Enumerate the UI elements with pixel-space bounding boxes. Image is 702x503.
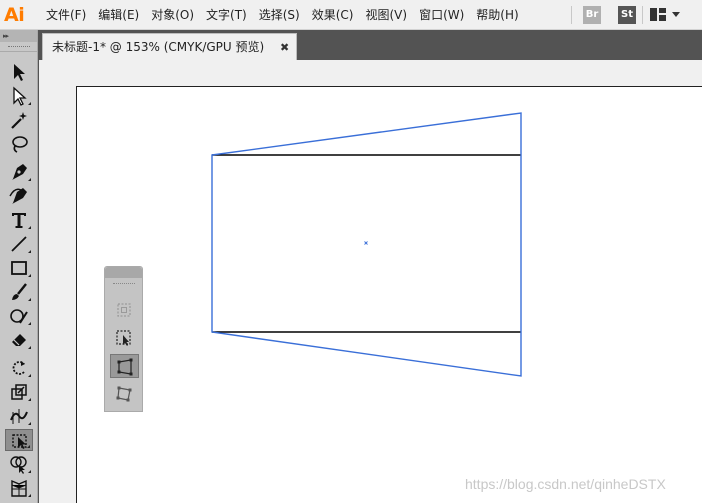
tool-flyout-indicator: [28, 398, 31, 401]
menu-bar: Ai 文件(F) 编辑(E) 对象(O) 文字(T) 选择(S) 效果(C) 视…: [0, 0, 702, 30]
rectangle-tool[interactable]: [5, 257, 33, 279]
menu-object[interactable]: 对象(O): [145, 0, 200, 30]
curvature-tool-icon: [9, 188, 27, 204]
lasso-tool-icon: [12, 136, 28, 153]
direct-selection-tool[interactable]: [5, 85, 33, 107]
widget-grip[interactable]: [113, 283, 135, 285]
stock-button[interactable]: St: [618, 6, 636, 24]
menu-divider: [642, 6, 643, 24]
perspective-distort-icon: [117, 358, 133, 376]
close-icon[interactable]: ✖: [280, 34, 289, 61]
tool-flyout-indicator: [28, 374, 31, 377]
menu-help[interactable]: 帮助(H): [470, 0, 524, 30]
tool-flyout-indicator: [28, 274, 31, 277]
scale-tool[interactable]: [5, 381, 33, 403]
shape-builder-tool-icon: [10, 456, 27, 474]
menu-view[interactable]: 视图(V): [359, 0, 413, 30]
width-tool-icon: [10, 409, 28, 424]
width-tool[interactable]: [5, 405, 33, 427]
pen-tool-icon: [12, 164, 27, 180]
menu-items: 文件(F) 编辑(E) 对象(O) 文字(T) 选择(S) 效果(C) 视图(V…: [40, 0, 525, 30]
eraser-tool-icon: [12, 334, 26, 346]
document-tab-title: 未标题-1* @ 153% (CMYK/GPU 预览): [52, 40, 265, 54]
paintbrush-tool[interactable]: [5, 281, 33, 303]
rectangle-tool-icon: [11, 261, 27, 275]
type-tool-icon: [12, 213, 26, 228]
tool-flyout-indicator: [28, 250, 31, 253]
direct-selection-tool-icon: [13, 86, 27, 106]
tool-flyout-indicator: [28, 178, 31, 181]
constrain-icon: [117, 303, 131, 317]
bridge-button[interactable]: Br: [583, 6, 601, 24]
line-segment-tool[interactable]: [5, 233, 33, 255]
pen-tool[interactable]: [5, 161, 33, 183]
magic-wand-tool-icon: [11, 112, 27, 129]
shaper-tool-icon: [10, 309, 28, 324]
document-tab-bar: 未标题-1* @ 153% (CMYK/GPU 预览) ✖: [39, 30, 702, 60]
workspace-grid-icon: [650, 8, 666, 21]
selection-tool[interactable]: [5, 61, 33, 83]
shaper-tool[interactable]: [5, 305, 33, 327]
lasso-tool[interactable]: [5, 133, 33, 155]
menu-edit[interactable]: 编辑(E): [92, 0, 145, 30]
perspective-bounding-box[interactable]: [211, 112, 522, 377]
curvature-tool[interactable]: [5, 185, 33, 207]
free-distort-button[interactable]: [110, 382, 139, 406]
free-transform-widget[interactable]: [104, 266, 143, 412]
constrain-button[interactable]: [110, 298, 139, 322]
free-transform-tool-icon: [12, 434, 27, 449]
tool-flyout-indicator: [28, 226, 31, 229]
document-tab[interactable]: 未标题-1* @ 153% (CMYK/GPU 预览) ✖: [42, 33, 297, 60]
app-logo: Ai: [4, 4, 25, 26]
workspace-switcher-button[interactable]: [650, 7, 686, 23]
tool-flyout-indicator: [28, 102, 31, 105]
scale-tool-icon: [11, 384, 27, 400]
menu-divider: [571, 6, 572, 24]
perspective-grid-tool-icon: [11, 479, 27, 497]
tool-flyout-indicator: [27, 445, 30, 448]
tools-grip[interactable]: [0, 42, 37, 52]
tool-flyout-indicator: [28, 470, 31, 473]
magic-wand-tool[interactable]: [5, 109, 33, 131]
tool-flyout-indicator: [28, 346, 31, 349]
menu-effect[interactable]: 效果(C): [306, 0, 360, 30]
tool-flyout-indicator: [28, 298, 31, 301]
menu-type[interactable]: 文字(T): [200, 0, 253, 30]
widget-titlebar[interactable]: [105, 267, 142, 278]
menu-file[interactable]: 文件(F): [40, 0, 92, 30]
menu-select[interactable]: 选择(S): [253, 0, 306, 30]
eraser-tool[interactable]: [5, 329, 33, 351]
tool-flyout-indicator: [28, 322, 31, 325]
center-point-icon[interactable]: [364, 241, 368, 245]
tool-flyout-indicator: [28, 422, 31, 425]
menu-window[interactable]: 窗口(W): [413, 0, 470, 30]
free-transform-icon: [116, 330, 131, 346]
paintbrush-tool-icon: [12, 283, 27, 300]
tool-flyout-indicator: [28, 494, 31, 497]
rotate-tool-icon: [12, 361, 25, 375]
selection-tool-icon: [14, 64, 25, 81]
perspective-distort-button[interactable]: [110, 354, 139, 378]
free-distort-icon: [116, 386, 132, 402]
tools-panel: ▸▸: [0, 30, 38, 503]
chevron-down-icon: [672, 12, 680, 17]
free-transform-tool[interactable]: [5, 429, 33, 451]
line-segment-tool-icon: [11, 236, 27, 252]
type-tool[interactable]: [5, 209, 33, 231]
watermark-text: https://blog.csdn.net/qinheDSTX: [465, 476, 666, 492]
rotate-tool[interactable]: [5, 357, 33, 379]
free-transform-button[interactable]: [110, 326, 139, 350]
shape-builder-tool[interactable]: [5, 453, 33, 475]
perspective-grid-tool[interactable]: [5, 477, 33, 499]
tools-collapse-button[interactable]: ▸▸: [0, 30, 37, 42]
